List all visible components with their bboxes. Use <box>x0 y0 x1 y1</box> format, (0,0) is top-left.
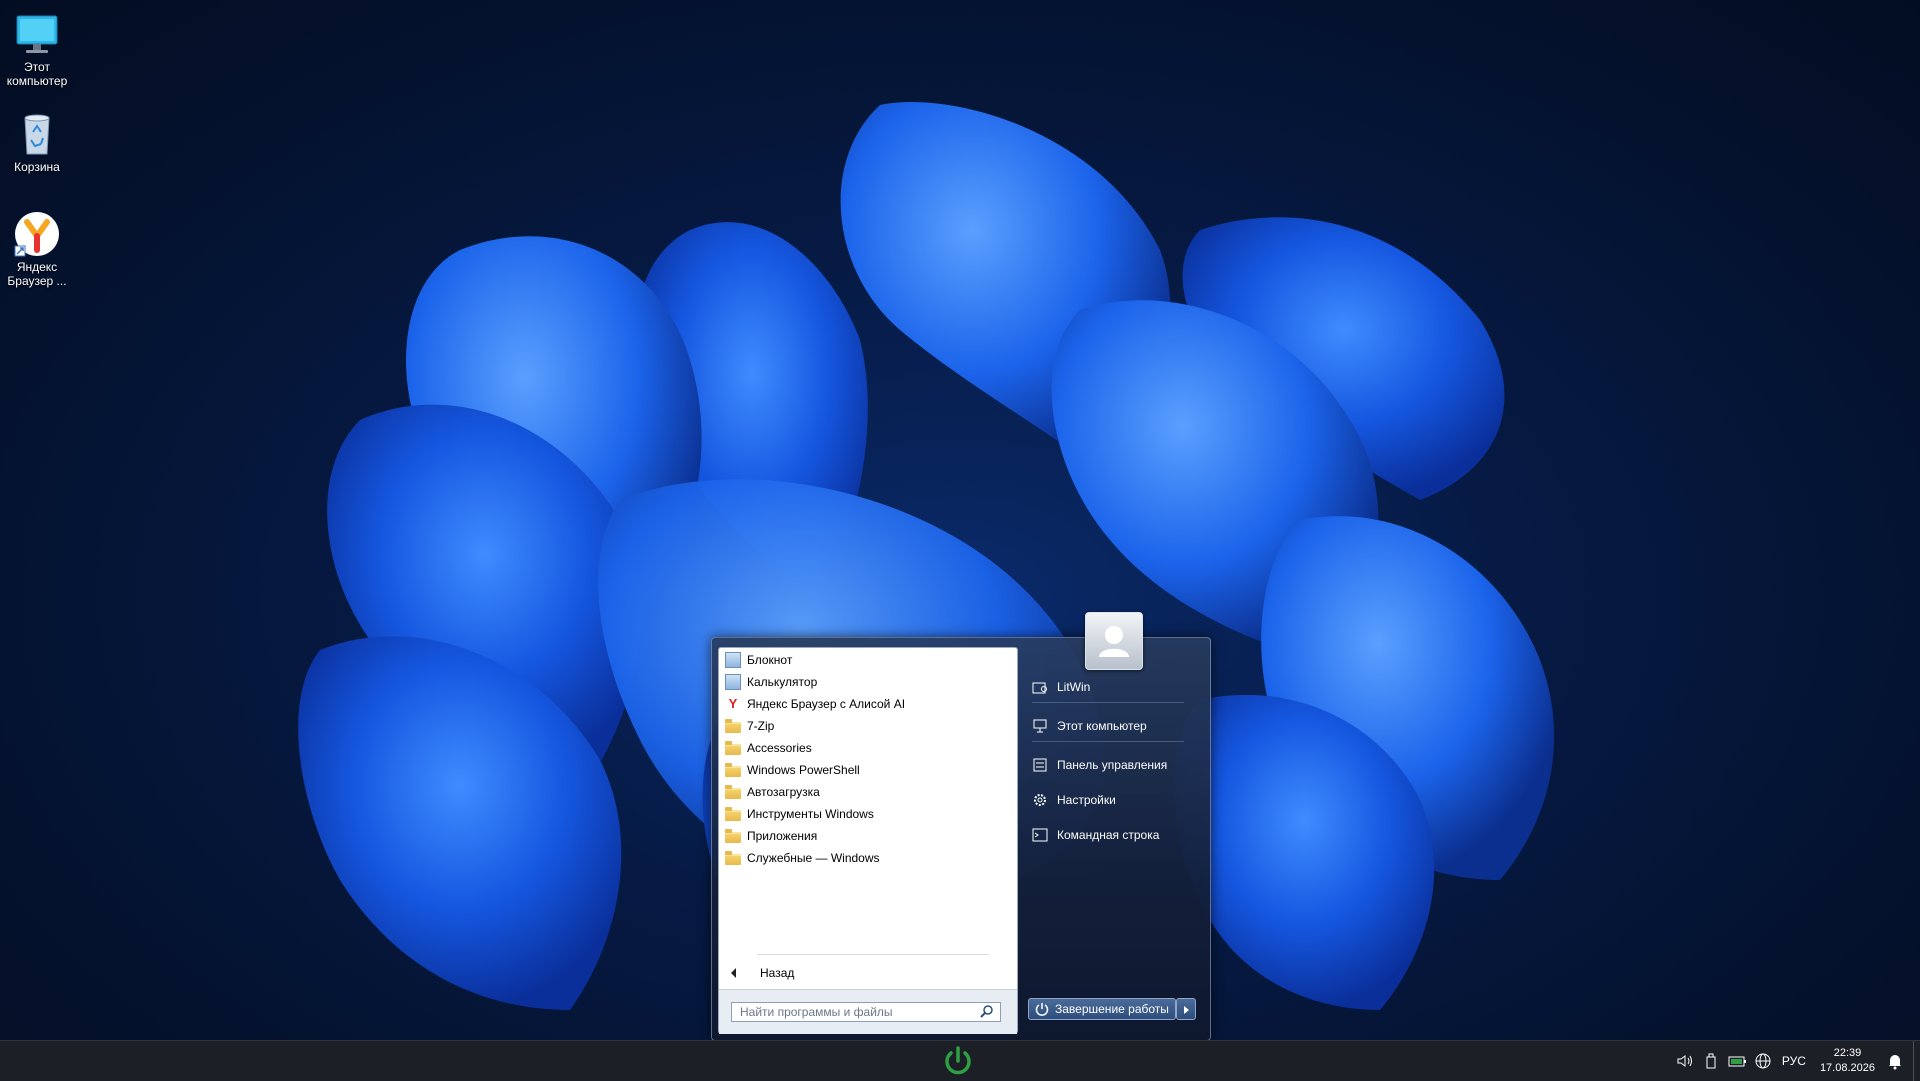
calculator-icon <box>725 674 741 690</box>
program-label: Блокнот <box>747 653 793 667</box>
battery-icon[interactable] <box>1727 1051 1747 1071</box>
network-globe-icon[interactable] <box>1753 1051 1773 1071</box>
control-panel-icon <box>1033 758 1047 772</box>
volume-icon[interactable] <box>1675 1051 1695 1071</box>
computer-icon <box>1033 719 1047 733</box>
desktop-icon-label: Корзина <box>14 160 60 174</box>
program-item-startup[interactable]: Автозагрузка <box>719 781 1017 803</box>
folder-icon <box>725 807 741 821</box>
clock-time: 22:39 <box>1833 1047 1862 1059</box>
user-folder-icon <box>1032 682 1047 694</box>
program-label: Инструменты Windows <box>747 807 874 821</box>
right-item-control-panel[interactable]: Панель управления <box>1032 754 1167 776</box>
folder-icon <box>725 741 741 755</box>
recycle-bin-icon <box>13 110 61 158</box>
notepad-icon <box>725 652 741 668</box>
desktop-icon-yandex-browser[interactable]: Яндекс Браузер ... <box>0 206 74 288</box>
program-item-notepad[interactable]: Блокнот <box>719 649 1017 671</box>
desktop-icon-label: Яндекс Браузер ... <box>7 260 67 288</box>
program-item-windows-tools[interactable]: Инструменты Windows <box>719 803 1017 825</box>
right-item-user[interactable]: LitWin <box>1032 676 1090 698</box>
desktop-icon-recycle-bin[interactable]: Корзина <box>0 106 74 174</box>
yandex-browser-icon <box>13 210 61 258</box>
right-item-label: LitWin <box>1057 680 1091 694</box>
right-item-label: Панель управления <box>1057 758 1168 772</box>
program-label: Яндекс Браузер с Алисой AI <box>747 697 906 711</box>
right-separator <box>1032 702 1184 703</box>
program-item-accessories[interactable]: Accessories <box>719 737 1017 759</box>
desktop-icon-label: Этот компьютер <box>6 60 68 88</box>
power-icon <box>1035 1003 1049 1016</box>
system-tray: РУС 22:39 17.08.2026 <box>1672 1041 1920 1081</box>
desktop-icon-this-pc[interactable]: Этот компьютер <box>0 6 74 88</box>
back-label: Назад <box>760 966 795 980</box>
program-item-calculator[interactable]: Калькулятор <box>719 671 1017 693</box>
folder-icon <box>725 763 741 777</box>
program-item-yandex[interactable]: Y Яндекс Браузер с Алисой AI <box>719 693 1017 715</box>
right-separator <box>1032 741 1184 742</box>
notification-bell-icon[interactable] <box>1885 1051 1905 1071</box>
clock-date: 17.08.2026 <box>1819 1062 1875 1074</box>
program-item-apps[interactable]: Приложения <box>719 825 1017 847</box>
user-avatar[interactable] <box>1085 612 1143 670</box>
right-item-cmd[interactable]: Командная строка <box>1032 824 1159 846</box>
usb-device-icon[interactable] <box>1701 1051 1721 1071</box>
folder-icon <box>725 719 741 733</box>
program-label: 7-Zip <box>747 719 775 733</box>
shutdown-options-button[interactable] <box>1176 998 1196 1020</box>
search-icon[interactable] <box>979 1004 995 1020</box>
right-item-label: Настройки <box>1057 793 1116 807</box>
folder-icon <box>725 851 741 865</box>
start-menu: Блокнот Калькулятор Y Яндекс Браузер с А… <box>711 612 1211 1041</box>
folder-icon <box>725 785 741 799</box>
right-item-this-pc[interactable]: Этот компьютер <box>1032 715 1147 737</box>
program-label: Accessories <box>747 741 812 755</box>
search-input[interactable] <box>731 1002 1001 1022</box>
program-item-powershell[interactable]: Windows PowerShell <box>719 759 1017 781</box>
terminal-icon <box>1032 828 1048 842</box>
monitor-icon <box>13 10 61 58</box>
right-item-label: Этот компьютер <box>1057 719 1147 733</box>
apps-folder-icon <box>725 829 741 843</box>
search-area <box>719 989 1017 1034</box>
programs-pane: Блокнот Калькулятор Y Яндекс Браузер с А… <box>718 647 1018 1034</box>
right-item-label: Командная строка <box>1057 828 1160 842</box>
taskbar: РУС 22:39 17.08.2026 <box>0 1040 1920 1081</box>
shutdown-label: Завершение работы <box>1055 1002 1169 1016</box>
start-button[interactable] <box>938 1044 978 1080</box>
back-button[interactable]: Назад <box>719 962 1017 984</box>
programs-list: Блокнот Калькулятор Y Яндекс Браузер с А… <box>719 648 1017 869</box>
program-label: Служебные — Windows <box>747 851 880 865</box>
back-arrow-icon <box>731 968 736 978</box>
language-indicator[interactable]: РУС <box>1782 1054 1806 1068</box>
program-label: Автозагрузка <box>747 785 820 799</box>
gear-icon <box>1034 794 1046 806</box>
back-divider <box>757 954 989 955</box>
show-desktop-button[interactable] <box>1913 1041 1920 1081</box>
right-item-settings[interactable]: Настройки <box>1032 789 1116 811</box>
yandex-icon: Y <box>728 696 738 711</box>
shutdown-button[interactable]: Завершение работы <box>1028 998 1176 1020</box>
clock[interactable]: 22:39 17.08.2026 <box>1820 1046 1875 1076</box>
program-label: Приложения <box>747 829 818 843</box>
program-label: Windows PowerShell <box>747 763 860 777</box>
program-label: Калькулятор <box>747 675 818 689</box>
program-item-system-tools[interactable]: Служебные — Windows <box>719 847 1017 869</box>
program-item-7zip[interactable]: 7-Zip <box>719 715 1017 737</box>
